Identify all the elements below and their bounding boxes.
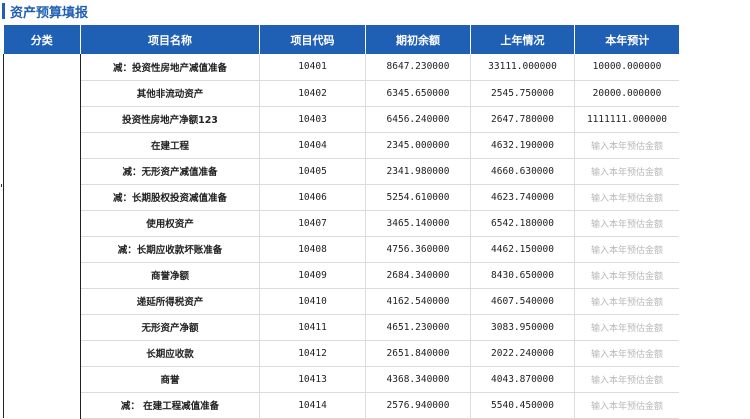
opening-balance-cell: 2341.980000 [365, 158, 471, 185]
last-year-cell: 2545.750000 [470, 80, 575, 107]
last-year-cell: 4632.190000 [470, 132, 575, 159]
item-name-cell: 减：长期股权投资减值准备 [80, 184, 260, 211]
header-category: 分类 [3, 25, 81, 54]
table-row: 长期应收款 10412 2651.840000 2022.240000 输入本年预估金额 [4, 340, 679, 367]
item-name-cell: 长期应收款 [80, 340, 260, 367]
opening-balance-cell: 4651.230000 [365, 314, 471, 341]
table-header-row: 分类 项目名称 项目代码 期初余额 上年情况 本年预计 [3, 25, 679, 54]
item-name-cell: 递延所得税资产 [80, 288, 260, 315]
table-row: 投资性房地产净额123 10403 6456.240000 2647.780000 11… [4, 106, 679, 133]
opening-balance-cell: 5254.610000 [365, 184, 471, 211]
item-name-cell: 其他非流动资产 [80, 80, 260, 107]
category-cell [3, 54, 81, 418]
opening-balance-cell: 6456.240000 [365, 106, 471, 133]
estimate-input-placeholder[interactable]: 输入本年预估金额 [574, 184, 679, 211]
item-name-cell: 使用权资产 [80, 210, 260, 237]
item-code-cell: 10405 [259, 158, 366, 185]
item-code-cell: 10408 [259, 236, 366, 263]
opening-balance-cell: 4368.340000 [365, 366, 471, 393]
table-row: 无形资产净额 10411 4651.230000 3083.950000 输入本年预估金… [4, 314, 679, 341]
opening-balance-cell: 4162.540000 [365, 288, 471, 315]
opening-balance-cell: 4756.360000 [365, 236, 471, 263]
item-code-cell: 10414 [259, 392, 366, 419]
opening-balance-cell: 2651.840000 [365, 340, 471, 367]
page-title-bar: 资产预算填报 [2, 0, 88, 22]
estimate-input-placeholder[interactable]: 输入本年预估金额 [574, 288, 679, 315]
item-code-cell: 10403 [259, 106, 366, 133]
last-year-cell: 8430.650000 [470, 262, 575, 289]
estimate-input-placeholder[interactable]: 输入本年预估金额 [574, 236, 679, 263]
item-code-cell: 10406 [259, 184, 366, 211]
last-year-cell: 4660.630000 [470, 158, 575, 185]
last-year-cell: 4462.150000 [470, 236, 575, 263]
estimate-input-placeholder[interactable]: 输入本年预估金额 [574, 132, 679, 159]
budget-table-container: 分类 项目名称 项目代码 期初余额 上年情况 本年预计 减：投资性房地产减值准备… [3, 25, 679, 419]
table-row: 商誉 10413 4368.340000 4043.870000 输入本年预估金额 [4, 366, 679, 393]
estimate-input-placeholder[interactable]: 输入本年预估金额 [574, 314, 679, 341]
opening-balance-cell: 3465.140000 [365, 210, 471, 237]
last-year-cell: 3083.950000 [470, 314, 575, 341]
header-this-year-estimate: 本年预计 [574, 25, 679, 54]
budget-table: 分类 项目名称 项目代码 期初余额 上年情况 本年预计 减：投资性房地产减值准备… [3, 25, 679, 419]
table-row: 其他非流动资产 10402 6345.650000 2545.750000 20000.… [4, 80, 679, 107]
item-name-cell: 减：无形资产减值准备 [80, 158, 260, 185]
table-row: 减： 在建工程减值准备 10414 2576.940000 5540.450000 输入… [4, 392, 679, 419]
estimate-input-placeholder[interactable]: 输入本年预估金额 [574, 392, 679, 419]
last-year-cell: 33111.000000 [470, 54, 575, 81]
item-code-cell: 10413 [259, 366, 366, 393]
item-code-cell: 10407 [259, 210, 366, 237]
item-name-cell: 减： 在建工程减值准备 [80, 392, 260, 419]
opening-balance-cell: 2576.940000 [365, 392, 471, 419]
item-name-cell: 无形资产净额 [80, 314, 260, 341]
page-title: 资产预算填报 [10, 5, 89, 21]
last-year-cell: 4607.540000 [470, 288, 575, 315]
estimate-input-cell[interactable]: 10000.000000 [574, 54, 679, 81]
last-year-cell: 5540.450000 [470, 392, 575, 419]
estimate-input-placeholder[interactable]: 输入本年预估金额 [574, 366, 679, 393]
table-row: 减：投资性房地产减值准备 10401 8647.230000 33111.000000… [3, 54, 679, 418]
item-name-cell: 在建工程 [80, 132, 260, 159]
scroll-marker [1, 184, 2, 187]
last-year-cell: 2022.240000 [470, 340, 575, 367]
item-code-cell: 10412 [259, 340, 366, 367]
title-accent-bar [2, 3, 5, 19]
table-row: 减：长期应收款坏账准备 10408 4756.360000 4462.150000 输入… [4, 236, 679, 263]
estimate-input-placeholder[interactable]: 输入本年预估金额 [574, 158, 679, 185]
item-name-cell: 商誉净额 [80, 262, 260, 289]
table-row: 减：长期股权投资减值准备 10406 5254.610000 4623.740000 输… [4, 184, 679, 211]
opening-balance-cell: 6345.650000 [365, 80, 471, 107]
estimate-input-placeholder[interactable]: 输入本年预估金额 [574, 210, 679, 237]
table-row: 递延所得税资产 10410 4162.540000 4607.540000 输入本年预估… [4, 288, 679, 315]
estimate-input-placeholder[interactable]: 输入本年预估金额 [574, 340, 679, 367]
item-code-cell: 10410 [259, 288, 366, 315]
opening-balance-cell: 8647.230000 [365, 54, 471, 81]
opening-balance-cell: 2684.340000 [365, 262, 471, 289]
item-name-cell: 减：长期应收款坏账准备 [80, 236, 260, 263]
item-code-cell: 10404 [259, 132, 366, 159]
table-row: 在建工程 10404 2345.000000 4632.190000 输入本年预估金额 [4, 132, 679, 159]
opening-balance-cell: 2345.000000 [365, 132, 471, 159]
item-name-cell: 减：投资性房地产减值准备 [80, 54, 260, 81]
last-year-cell: 2647.780000 [470, 106, 575, 133]
header-item-code: 项目代码 [259, 25, 366, 54]
header-last-year: 上年情况 [470, 25, 575, 54]
item-code-cell: 10409 [259, 262, 366, 289]
table-row: 使用权资产 10407 3465.140000 6542.180000 输入本年预估金额 [4, 210, 679, 237]
estimate-input-cell[interactable]: 20000.000000 [574, 80, 679, 107]
header-opening-balance: 期初余额 [365, 25, 471, 54]
table-row: 减：无形资产减值准备 10405 2341.980000 4660.630000 输入本… [4, 158, 679, 185]
item-code-cell: 10411 [259, 314, 366, 341]
item-code-cell: 10401 [259, 54, 366, 81]
last-year-cell: 4043.870000 [470, 366, 575, 393]
estimate-input-placeholder[interactable]: 输入本年预估金额 [574, 262, 679, 289]
last-year-cell: 6542.180000 [470, 210, 575, 237]
table-row: 商誉净额 10409 2684.340000 8430.650000 输入本年预估金额 [4, 262, 679, 289]
last-year-cell: 4623.740000 [470, 184, 575, 211]
item-name-cell: 投资性房地产净额123 [80, 106, 260, 133]
item-code-cell: 10402 [259, 80, 366, 107]
item-name-cell: 商誉 [80, 366, 260, 393]
header-item-name: 项目名称 [80, 25, 260, 54]
estimate-input-cell[interactable]: 1111111.000000 [574, 106, 679, 133]
